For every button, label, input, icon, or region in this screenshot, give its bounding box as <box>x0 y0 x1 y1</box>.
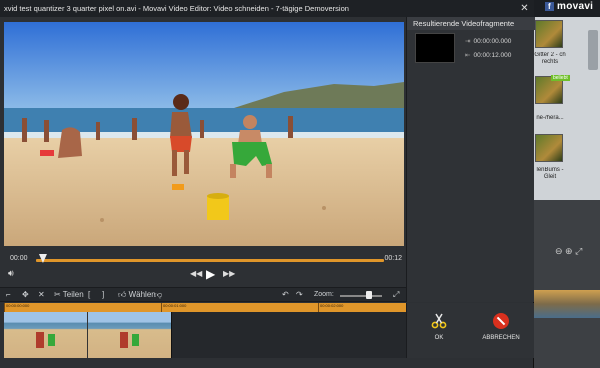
timeline-track <box>4 312 406 358</box>
scrollbar[interactable] <box>588 30 598 70</box>
clip-figure <box>120 332 128 348</box>
zoom-controls[interactable]: ⊖ ⊕ ⤢ <box>555 246 582 257</box>
cancel-label: ABBRECHEN <box>482 335 520 341</box>
stop-icon <box>493 313 509 329</box>
effect-thumbnail[interactable] <box>535 134 563 162</box>
crop-icon[interactable]: ⌐ <box>6 289 11 301</box>
edit-toolbar: ⌐ ✥ ✕ ✂ Teilen [ ] 👍︎ Wählen 👎︎ ↶ ↷ Zoom… <box>0 287 406 302</box>
ruler-label: 00:00:02:000 <box>320 303 344 308</box>
end-marker-icon: ⇤ <box>465 52 471 59</box>
split-label: Teilen <box>62 290 84 299</box>
ruler-tick: 00:00:02:000 <box>318 303 343 312</box>
total-time: 00:12 <box>384 255 402 262</box>
zoom-slider-handle[interactable] <box>366 291 373 299</box>
volume-icon[interactable]: 🔊︎ <box>8 268 14 279</box>
timeline-ruler[interactable]: 00:00:00:000 00:00:01:000 00:00:02:000 <box>4 303 406 312</box>
ruler-tick: 00:00:00:000 <box>4 303 29 312</box>
cut-video-dialog: xvid test quantizer 3 quarter pixel on.a… <box>0 0 535 368</box>
zoom-slider[interactable] <box>340 295 382 297</box>
result-panel-header: Resultierende Videofragmente <box>407 17 535 30</box>
title-bar: xvid test quantizer 3 quarter pixel on.a… <box>0 0 534 17</box>
select-button[interactable]: 👍︎ Wählen <box>118 289 156 301</box>
redo-icon[interactable]: ↷ <box>296 289 303 301</box>
background-timeline <box>534 200 600 368</box>
scissors-small-icon: ✂ <box>54 290 61 299</box>
cancel-button[interactable]: ABBRECHEN <box>477 313 525 341</box>
effect-caption: ne-/hera... <box>536 115 564 121</box>
select-label: Wählen <box>128 290 156 299</box>
split-button[interactable]: ✂ Teilen <box>54 289 84 301</box>
facebook-icon: f <box>545 2 554 11</box>
effect-thumbnail[interactable] <box>535 20 563 48</box>
fragment-start: ⇥ 00:00:00.000 <box>465 37 511 45</box>
video-frame <box>4 22 404 246</box>
clip-figure <box>48 334 55 346</box>
clip-figure <box>132 334 139 346</box>
clip-frame-divider <box>87 312 88 358</box>
close-icon[interactable]: ✕ <box>517 2 532 15</box>
window-title: xvid test quantizer 3 quarter pixel on.a… <box>4 4 349 13</box>
prev-frame-icon[interactable]: ◀◀ <box>190 269 202 278</box>
fragment-start-time: 00:00:00.000 <box>473 38 512 45</box>
ruler-label: 00:00:00:000 <box>6 303 30 308</box>
scissors-icon <box>431 313 447 329</box>
ok-label: OK <box>434 335 444 341</box>
clip-figure <box>36 332 44 348</box>
thumbs-up-icon: 👍︎ <box>118 290 127 299</box>
play-icon[interactable]: ▶ <box>206 267 215 281</box>
seek-bar[interactable] <box>36 259 384 262</box>
zoom-label: Zoom: <box>314 291 334 298</box>
effect-caption: lenBums - Gleit <box>536 167 564 180</box>
undo-icon[interactable]: ↶ <box>282 289 289 301</box>
video-clip[interactable] <box>4 312 172 358</box>
result-fragments-panel: Resultierende Videofragmente ⇥ 00:00:00.0… <box>406 17 535 302</box>
ruler-tick: 00:00:01:000 <box>161 303 186 312</box>
start-marker-icon: ⇥ <box>465 38 471 45</box>
thumbs-down-icon[interactable]: 👎︎ <box>154 289 162 301</box>
playback-controls: 🔊︎ ◀◀ ▶ ▶▶ <box>4 267 404 282</box>
mark-in-icon[interactable]: [ <box>88 289 90 301</box>
fragment-end: ⇤ 00:00:12.000 <box>465 51 511 59</box>
fragment-end-time: 00:00:12.000 <box>473 52 512 59</box>
background-clip <box>534 290 600 318</box>
next-frame-icon[interactable]: ▶▶ <box>223 269 235 278</box>
delete-icon[interactable]: ✕ <box>38 289 45 301</box>
effect-caption: Gitter 2 - ch rechts <box>534 52 566 65</box>
popular-badge: beliebt <box>551 75 570 81</box>
current-time: 00:00 <box>10 255 28 262</box>
zoom-fit-icon[interactable]: ⤢ <box>393 289 399 301</box>
movavi-logo: f movavi <box>545 1 593 12</box>
move-icon[interactable]: ✥ <box>22 289 29 301</box>
fragment-thumbnail[interactable] <box>415 33 455 63</box>
mark-out-icon[interactable]: ] <box>102 289 104 301</box>
dialog-actions: OK ABBRECHEN <box>406 303 534 358</box>
seek-row: 00:00 00:12 <box>4 254 404 268</box>
ok-button[interactable]: OK <box>425 313 453 341</box>
ruler-label: 00:00:01:000 <box>163 303 187 308</box>
video-preview[interactable] <box>4 22 404 246</box>
